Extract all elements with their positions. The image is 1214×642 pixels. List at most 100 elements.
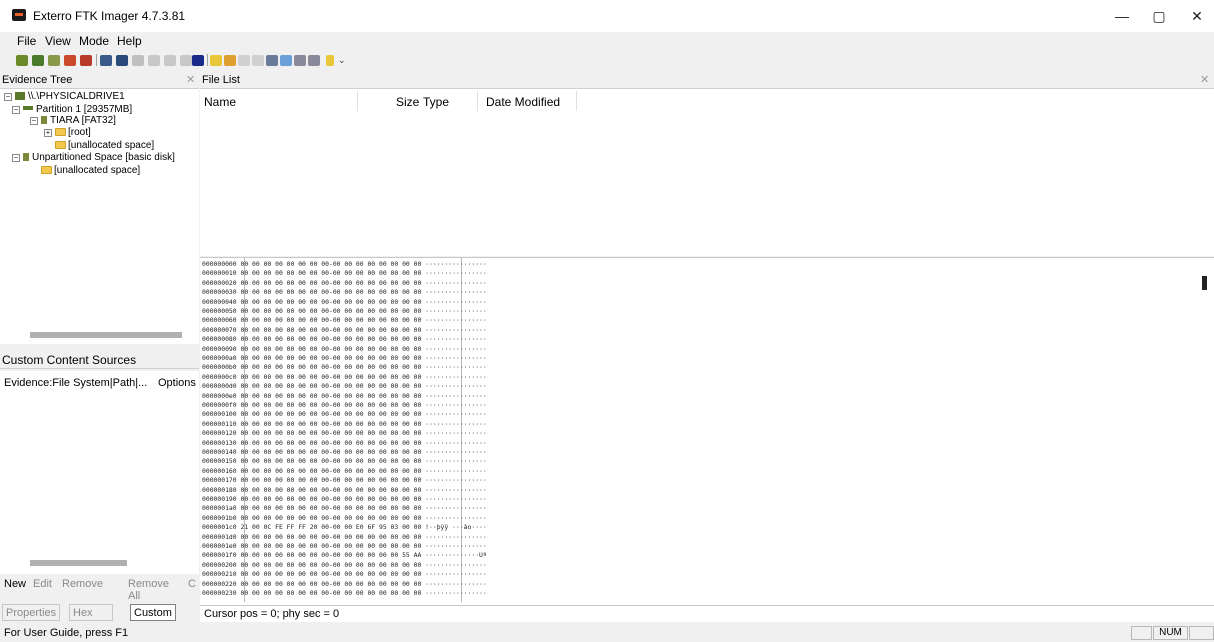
tree-node-root[interactable]: [root] xyxy=(55,127,91,138)
hex-row[interactable]: 0000000c0 00 00 00 00 00 00 00 00-00 00 … xyxy=(202,373,487,382)
hex-ascii[interactable]: !··þÿÿ ···ào···· xyxy=(425,523,487,531)
hex-ascii[interactable]: ················ xyxy=(425,298,487,306)
hex-bytes[interactable]: 00 00 00 00 00 00 00 00-00 00 00 00 00 0… xyxy=(240,345,425,353)
custom-content-icon[interactable] xyxy=(148,55,160,66)
hex-ascii[interactable]: ················ xyxy=(425,495,487,503)
hex-bytes[interactable]: 00 00 00 00 00 00 00 00-00 00 00 00 00 0… xyxy=(240,457,425,465)
hex-bytes[interactable]: 00 00 00 00 00 00 00 00-00 00 00 00 00 0… xyxy=(240,363,425,371)
collapse-icon[interactable]: − xyxy=(30,117,38,125)
hex-ascii[interactable]: ················ xyxy=(425,363,487,371)
custom-content-col-path[interactable]: Evidence:File System|Path|... xyxy=(4,377,147,389)
hex-bytes[interactable]: 00 00 00 00 00 00 00 00-00 00 00 00 00 0… xyxy=(240,288,425,296)
hex-row[interactable]: 000000220 00 00 00 00 00 00 00 00-00 00 … xyxy=(202,580,487,589)
hex-bytes[interactable]: 00 00 00 00 00 00 00 00-00 00 00 00 00 0… xyxy=(240,533,425,541)
tab-hex-value[interactable]: Hex Value... xyxy=(69,604,114,635)
hex-bytes[interactable]: 00 00 00 00 00 00 00 00-00 00 00 00 00 0… xyxy=(240,326,425,334)
hex-bytes[interactable]: 00 00 00 00 00 00 00 00-00 00 00 00 00 0… xyxy=(240,504,425,512)
help-icon[interactable] xyxy=(326,55,334,66)
hex-bytes[interactable]: 00 00 00 00 00 00 00 00-00 00 00 00 00 0… xyxy=(240,495,425,503)
hex-row[interactable]: 0000000d0 00 00 00 00 00 00 00 00-00 00 … xyxy=(202,382,487,391)
hex-ascii[interactable]: ················ xyxy=(425,335,487,343)
custom-scrollbar[interactable] xyxy=(30,560,127,566)
tree-node-physicaldrive[interactable]: \\.\PHYSICALDRIVE1 xyxy=(15,91,125,102)
image-mounting-icon[interactable] xyxy=(48,55,60,66)
collapse-icon[interactable]: − xyxy=(4,93,12,101)
menu-file[interactable]: File xyxy=(17,34,36,48)
menu-mode[interactable]: Mode xyxy=(79,34,109,48)
hex-bytes[interactable]: 00 00 00 00 00 00 00 00-00 00 00 00 00 0… xyxy=(240,429,425,437)
remove-all-evidence-icon[interactable] xyxy=(80,55,92,66)
hex-row[interactable]: 000000060 00 00 00 00 00 00 00 00-00 00 … xyxy=(202,316,487,325)
hex-bytes[interactable]: 00 00 00 00 00 00 00 00-00 00 00 00 00 0… xyxy=(240,580,425,588)
hex-row[interactable]: 000000020 00 00 00 00 00 00 00 00-00 00 … xyxy=(202,279,487,288)
maximize-button[interactable]: ▢ xyxy=(1140,5,1178,27)
hex-row[interactable]: 0000000a0 00 00 00 00 00 00 00 00-00 00 … xyxy=(202,354,487,363)
hex-bytes[interactable]: 00 00 00 00 00 00 00 00-00 00 00 00 00 0… xyxy=(240,561,425,569)
minimize-button[interactable]: — xyxy=(1103,5,1141,27)
create-image-icon[interactable] xyxy=(100,55,112,66)
export-files-icon[interactable] xyxy=(210,55,222,66)
hex-row[interactable]: 000000110 00 00 00 00 00 00 00 00-00 00 … xyxy=(202,420,487,429)
hex-ascii[interactable]: ················ xyxy=(425,269,487,277)
new-button[interactable]: New xyxy=(4,578,26,590)
collapse-icon[interactable]: − xyxy=(12,154,20,162)
hex-ascii[interactable]: ················ xyxy=(425,345,487,353)
hex-row[interactable]: 000000120 00 00 00 00 00 00 00 00-00 00 … xyxy=(202,429,487,438)
remove-button[interactable]: Remove xyxy=(62,578,103,590)
hex-bytes[interactable]: 00 00 00 00 00 00 00 00-00 00 00 00 00 0… xyxy=(240,307,425,315)
add-evidence-icon[interactable] xyxy=(16,55,28,66)
hex-ascii[interactable]: ················ xyxy=(425,373,487,381)
tab-properties[interactable]: Properties xyxy=(2,604,61,621)
hex-viewer[interactable]: 000000000 00 00 00 00 00 00 00 00-00 00 … xyxy=(200,257,1214,605)
hex-bytes[interactable]: 21 00 0C FE FF FF 20 00-00 00 E0 6F 95 0… xyxy=(240,523,425,531)
hex-row[interactable]: 000000010 00 00 00 00 00 00 00 00-00 00 … xyxy=(202,269,487,278)
hex-bytes[interactable]: 00 00 00 00 00 00 00 00-00 00 00 00 00 0… xyxy=(240,269,425,277)
evidence-tree-close-icon[interactable]: ✕ xyxy=(186,72,195,89)
hex-bytes[interactable]: 00 00 00 00 00 00 00 00-00 00 00 00 00 0… xyxy=(240,439,425,447)
hex-bytes[interactable]: 00 00 00 00 00 00 00 00-00 00 00 00 00 0… xyxy=(240,514,425,522)
hex-row[interactable]: 000000230 00 00 00 00 00 00 00 00-00 00 … xyxy=(202,589,487,598)
hex-ascii[interactable]: ················ xyxy=(425,514,487,522)
hex-row[interactable]: 000000190 00 00 00 00 00 00 00 00-00 00 … xyxy=(202,495,487,504)
hex-ascii[interactable]: ················ xyxy=(425,476,487,484)
hex-bytes[interactable]: 00 00 00 00 00 00 00 00-00 00 00 00 00 0… xyxy=(240,420,425,428)
hex-ascii[interactable]: ················ xyxy=(425,580,487,588)
hex-bytes[interactable]: 00 00 00 00 00 00 00 00-00 00 00 00 00 0… xyxy=(240,382,425,390)
expand-icon[interactable]: + xyxy=(44,129,52,137)
hex-row[interactable]: 000000050 00 00 00 00 00 00 00 00-00 00 … xyxy=(202,307,487,316)
hex-scrollbar-thumb[interactable] xyxy=(1202,276,1207,290)
hex-row[interactable]: 000000040 00 00 00 00 00 00 00 00-00 00 … xyxy=(202,298,487,307)
hex-row[interactable]: 000000180 00 00 00 00 00 00 00 00-00 00 … xyxy=(202,486,487,495)
export-hash-icon[interactable] xyxy=(238,55,250,66)
custom-content-col-options[interactable]: Options xyxy=(158,377,196,389)
remove-evidence-icon[interactable] xyxy=(64,55,76,66)
hex-row[interactable]: 000000000 00 00 00 00 00 00 00 00-00 00 … xyxy=(202,260,487,269)
column-name[interactable]: Name xyxy=(204,95,236,109)
add-all-evidence-icon[interactable] xyxy=(32,55,44,66)
hex-bytes[interactable]: 00 00 00 00 00 00 00 00-00 00 00 00 00 0… xyxy=(240,401,425,409)
hex-row[interactable]: 0000001a0 00 00 00 00 00 00 00 00-00 00 … xyxy=(202,504,487,513)
hex-bytes[interactable]: 00 00 00 00 00 00 00 00-00 00 00 00 00 0… xyxy=(240,354,425,362)
hex-bytes[interactable]: 00 00 00 00 00 00 00 00-00 00 00 00 00 0… xyxy=(240,467,425,475)
column-size[interactable]: Size xyxy=(396,95,419,109)
hex-bytes[interactable]: 00 00 00 00 00 00 00 00-00 00 00 00 00 0… xyxy=(240,410,425,418)
tree-node-partition[interactable]: Partition 1 [29357MB] xyxy=(23,104,132,115)
capture-memory-icon[interactable] xyxy=(192,55,204,66)
close-button[interactable]: ✕ xyxy=(1178,5,1214,27)
add-custom-content-icon[interactable] xyxy=(252,55,264,66)
tree-node-unpartitioned[interactable]: Unpartitioned Space [basic disk] xyxy=(23,152,175,163)
hex-row[interactable]: 0000000f0 00 00 00 00 00 00 00 00-00 00 … xyxy=(202,401,487,410)
hex-row[interactable]: 000000160 00 00 00 00 00 00 00 00-00 00 … xyxy=(202,467,487,476)
hex-row[interactable]: 000000130 00 00 00 00 00 00 00 00-00 00 … xyxy=(202,439,487,448)
hex-ascii[interactable]: ················ xyxy=(425,382,487,390)
hex-row[interactable]: 000000210 00 00 00 00 00 00 00 00-00 00 … xyxy=(202,570,487,579)
tree-node-unallocated[interactable]: [unallocated space] xyxy=(55,140,154,151)
edit-button[interactable]: Edit xyxy=(33,578,52,590)
decrypt-icon[interactable] xyxy=(164,55,176,66)
search-icon[interactable] xyxy=(224,55,236,66)
file-list-close-icon[interactable]: ✕ xyxy=(1200,72,1209,89)
hex-ascii[interactable]: ················ xyxy=(425,401,487,409)
view-text-icon[interactable] xyxy=(294,55,306,66)
tree-node-unallocated-2[interactable]: [unallocated space] xyxy=(41,165,140,176)
hex-ascii[interactable]: ················ xyxy=(425,288,487,296)
